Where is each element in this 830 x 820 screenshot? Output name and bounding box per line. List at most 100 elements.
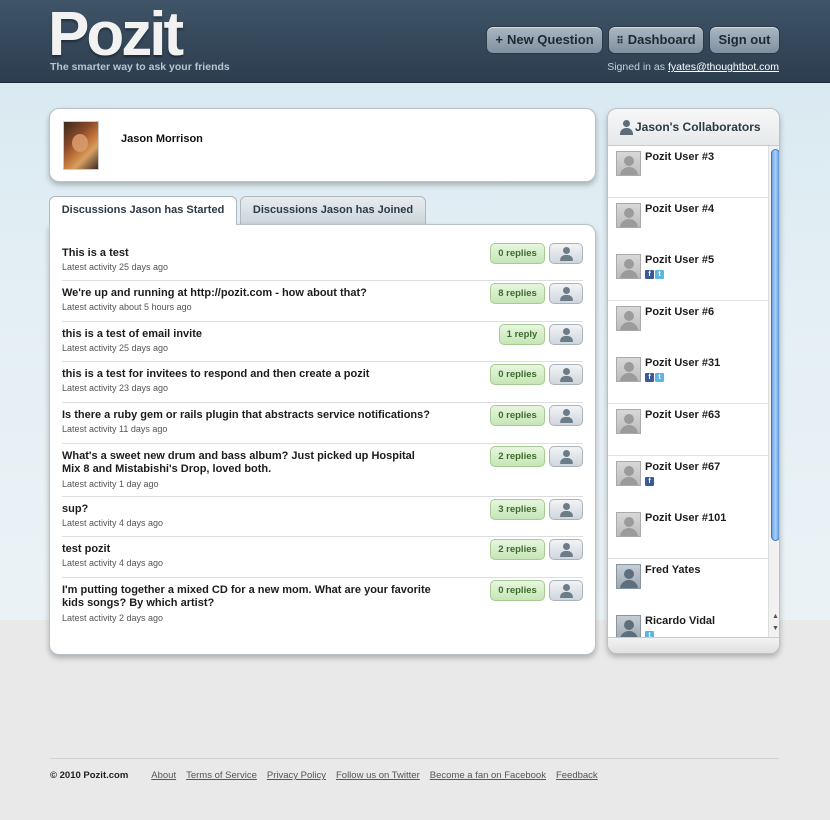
profile-name: Jason Morrison [121,133,203,145]
social-icons: ft [645,270,664,280]
discussion-row[interactable]: this is a test for invitees to respond a… [62,362,583,403]
replies-badge[interactable]: 2 replies [490,446,545,467]
collaborator-item[interactable]: Pozit User #31 f t [608,352,768,405]
scroll-thumb[interactable] [771,149,779,541]
avatar [63,121,99,170]
new-question-label: New Question [506,32,594,47]
collaborator-name[interactable]: Fred Yates [645,564,700,576]
discussion-meta: Latest activity 1 day ago [62,479,159,489]
participant-button[interactable] [549,499,583,520]
plus-icon: + [495,32,503,47]
discussion-row[interactable]: What's a sweet new drum and bass album? … [62,444,583,497]
discussion-title[interactable]: What's a sweet new drum and bass album? … [62,450,432,476]
footer-link-twitter[interactable]: Follow us on Twitter [336,770,420,781]
discussion-row[interactable]: Is there a ruby gem or rails plugin that… [62,403,583,444]
discussion-row[interactable]: test pozit Latest activity 4 days ago 2 re… [62,537,583,578]
discussion-meta: Latest activity 4 days ago [62,558,164,568]
collaborator-name[interactable]: Pozit User #63 [645,409,720,421]
participant-button[interactable] [549,283,583,304]
collaborator-item[interactable]: Pozit User #5 f t [608,249,768,302]
collaborator-item[interactable]: Pozit User #67 f [608,455,768,508]
collaborator-item[interactable]: Pozit User #63 [608,404,768,456]
discussion-title[interactable]: this is a test for invitees to respond a… [62,368,432,381]
footer-link-privacy[interactable]: Privacy Policy [267,770,326,781]
tagline: The smarter way to ask your friends [50,61,230,73]
discussion-meta: Latest activity 23 days ago [62,383,169,393]
grid-icon: ⠿ [616,36,624,47]
facebook-icon[interactable]: f [645,476,654,486]
participant-button[interactable] [549,446,583,467]
collaborator-item[interactable]: Pozit User #101 [608,507,768,560]
replies-badge[interactable]: 8 replies [490,283,545,304]
replies-badge[interactable]: 0 replies [490,405,545,426]
collaborator-avatar [616,512,641,538]
collaborator-name[interactable]: Pozit User #4 [645,203,714,215]
footer-link-facebook[interactable]: Become a fan on Facebook [430,770,546,781]
footer-divider [50,758,779,759]
discussion-row[interactable]: We're up and running at http://pozit.com… [62,281,583,322]
scroll-up-arrow-icon[interactable]: ▲ [771,612,779,621]
site-footer: © 2010 Pozit.com About Terms of Service … [50,770,608,781]
footer-link-terms[interactable]: Terms of Service [186,770,257,781]
collaborator-name[interactable]: Pozit User #67 [645,461,720,473]
collaborator-name[interactable]: Pozit User #5 [645,254,714,266]
facebook-icon[interactable]: f [645,373,654,383]
discussion-title[interactable]: test pozit [62,543,432,556]
participant-button[interactable] [549,580,583,601]
replies-badge[interactable]: 0 replies [490,364,545,385]
replies-badge[interactable]: 3 replies [490,499,545,520]
discussion-meta: Latest activity 11 days ago [62,424,168,434]
signed-in-label: Signed in as [607,61,666,73]
collaborator-name[interactable]: Pozit User #6 [645,306,714,318]
tab-discussions-joined[interactable]: Discussions Jason has Joined [240,196,426,224]
participant-button[interactable] [549,405,583,426]
collaborator-item[interactable]: Pozit User #6 [608,300,768,353]
scroll-down-arrow-icon[interactable]: ▼ [771,624,779,633]
collaborators-title: Jason's Collaborators [635,120,761,134]
discussion-title[interactable]: sup? [62,503,432,516]
participant-button[interactable] [549,324,583,345]
collaborator-name[interactable]: Ricardo Vidal [645,615,715,627]
footer-link-about[interactable]: About [151,770,176,781]
collaborator-name[interactable]: Pozit User #101 [645,512,726,524]
discussion-title[interactable]: This is a test [62,247,432,260]
new-question-button[interactable]: + New Question [486,26,603,54]
collaborator-item[interactable]: Ricardo Vidal t [608,610,768,637]
sign-out-button[interactable]: Sign out [709,26,780,54]
collaborator-name[interactable]: Pozit User #3 [645,151,714,163]
signed-in-email-link[interactable]: fyates@thoughtbot.com [668,61,779,73]
collaborators-panel: Jason's Collaborators Pozit User #3 Pozit… [607,108,780,654]
discussion-title[interactable]: Is there a ruby gem or rails plugin that… [62,409,432,422]
collaborator-avatar [616,615,641,637]
discussion-title[interactable]: this is a test of email invite [62,328,432,341]
discussion-row[interactable]: this is a test of email invite Latest act… [62,322,583,362]
collaborator-item[interactable]: Fred Yates [608,558,768,611]
logo[interactable]: Pozit [48,2,184,68]
twitter-icon[interactable]: t [655,270,664,280]
facebook-icon[interactable]: f [645,270,654,280]
discussion-title[interactable]: I'm putting together a mixed CD for a ne… [62,584,432,610]
collaborator-item[interactable]: Pozit User #3 [608,146,768,198]
participant-button[interactable] [549,364,583,385]
signed-in-status: Signed in as fyates@thoughtbot.com [607,61,779,73]
participant-button[interactable] [549,539,583,560]
replies-badge[interactable]: 2 replies [490,539,545,560]
participant-button[interactable] [549,243,583,264]
collaborator-item[interactable]: Pozit User #4 [608,197,768,250]
replies-badge[interactable]: 0 replies [490,580,545,601]
collaborator-name[interactable]: Pozit User #31 [645,357,720,369]
footer-link-feedback[interactable]: Feedback [556,770,598,781]
discussion-row[interactable]: sup? Latest activity 4 days ago 3 replies [62,497,583,537]
discussion-row[interactable]: This is a test Latest activity 25 days ag… [62,241,583,281]
collaborators-list: Pozit User #3 Pozit User #4 Pozit User #5 f… [608,146,768,637]
tab-discussions-started[interactable]: Discussions Jason has Started [49,196,237,225]
collaborator-avatar [616,305,641,331]
discussion-title[interactable]: We're up and running at http://pozit.com… [62,287,432,300]
copyright: © 2010 Pozit.com [50,770,129,781]
dashboard-button[interactable]: ⠿ Dashboard [608,26,704,54]
replies-badge[interactable]: 0 replies [490,243,545,264]
twitter-icon[interactable]: t [655,373,664,383]
discussion-row[interactable]: I'm putting together a mixed CD for a ne… [62,578,583,632]
collaborators-scrollbar[interactable]: ▲ ▼ [768,146,779,637]
replies-badge[interactable]: 1 reply [499,324,545,345]
